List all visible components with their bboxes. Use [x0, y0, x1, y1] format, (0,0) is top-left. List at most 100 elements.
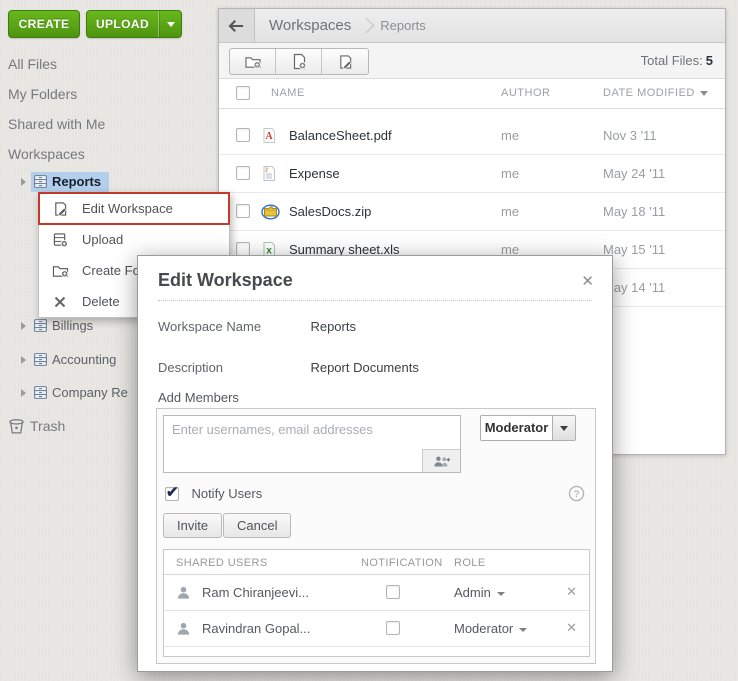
- workspace-icon: [34, 175, 47, 188]
- user-role-dropdown[interactable]: Admin: [454, 585, 505, 600]
- cancel-button[interactable]: Cancel: [223, 513, 292, 538]
- file-author: me: [501, 128, 520, 143]
- breadcrumb-current: Reports: [380, 18, 426, 33]
- workspace-label: Company Re: [52, 385, 128, 400]
- sidebar-item-workspaces[interactable]: Workspaces: [8, 142, 85, 166]
- shared-user-row: Ravindran Gopal... ✔ Moderator ✕: [164, 611, 589, 647]
- workspace-name-label: Workspace Name: [158, 319, 262, 334]
- expand-arrow-icon[interactable]: [21, 356, 26, 364]
- user-role-dropdown[interactable]: Moderator: [454, 621, 528, 636]
- edit-workspace-dialog: Edit Workspace ✕ Workspace Name Reports …: [137, 255, 613, 672]
- menu-item-label: Upload: [82, 232, 124, 247]
- workspace-label: Reports: [52, 174, 102, 189]
- expand-arrow-icon[interactable]: [21, 178, 26, 186]
- menu-item-label: Delete: [82, 294, 120, 309]
- edit-icon: [339, 54, 352, 69]
- upload-button[interactable]: UPLOAD: [86, 10, 182, 38]
- sidebar-item-all-files[interactable]: All Files: [8, 52, 57, 76]
- expand-arrow-icon[interactable]: [21, 322, 26, 330]
- create-button[interactable]: CREATE: [8, 10, 80, 38]
- table-row[interactable]: ✔ 2 Expense me May 24 '11: [219, 155, 725, 193]
- description-field: Description Report Documents: [158, 359, 419, 377]
- description-value: Report Documents: [310, 360, 419, 375]
- workspace-icon: [34, 386, 47, 399]
- row-checkbox[interactable]: ✔: [236, 242, 250, 256]
- file-name[interactable]: Expense: [289, 166, 340, 181]
- column-header-role: ROLE: [454, 557, 486, 569]
- row-checkbox[interactable]: ✔: [236, 204, 250, 218]
- svg-text:?: ?: [574, 489, 579, 500]
- menu-item-upload[interactable]: Upload: [39, 224, 229, 255]
- user-icon: [177, 622, 190, 635]
- file-date: May 24 '11: [603, 166, 666, 181]
- sort-descending-icon: [699, 90, 708, 96]
- breadcrumb-separator-icon: [358, 17, 375, 34]
- workspace-name-value: Reports: [310, 319, 356, 334]
- divider: [158, 300, 592, 301]
- notify-users-label: Notify Users: [191, 486, 263, 502]
- back-button[interactable]: [219, 9, 255, 42]
- file-table-header: ✔ NAME AUTHOR DATE MODIFIED: [219, 79, 725, 109]
- total-files-count: 5: [705, 53, 713, 68]
- add-members-section: Moderator ✔ Notify Users ? Invite Cancel…: [156, 408, 596, 664]
- upload-dropdown-toggle[interactable]: [159, 11, 181, 37]
- notify-users-checkbox[interactable]: ✔: [165, 484, 179, 501]
- invite-button[interactable]: Invite: [163, 513, 223, 538]
- table-row[interactable]: ✔ A BalanceSheet.pdf me Nov 3 '11: [219, 117, 725, 155]
- column-header-name[interactable]: NAME: [271, 87, 305, 99]
- workspace-icon: [34, 353, 47, 366]
- dropdown-button[interactable]: [552, 416, 575, 440]
- table-row[interactable]: ✔ SalesDocs.zip me May 18 '11: [219, 193, 725, 231]
- pick-users-button[interactable]: [422, 449, 460, 472]
- notification-checkbox[interactable]: ✔: [386, 621, 400, 635]
- row-checkbox[interactable]: ✔: [236, 128, 250, 142]
- svg-text:A: A: [265, 131, 273, 142]
- file-name[interactable]: SalesDocs.zip: [289, 204, 371, 219]
- file-author: me: [501, 204, 520, 219]
- workspace-item-reports[interactable]: Reports: [0, 170, 218, 194]
- shared-user-name: Ram Chiranjeevi...: [202, 585, 309, 600]
- file-name[interactable]: BalanceSheet.pdf: [289, 128, 392, 143]
- zip-file-icon: [261, 204, 280, 220]
- file-date: May 18 '11: [603, 204, 666, 219]
- help-icon[interactable]: ?: [568, 485, 585, 502]
- menu-item-edit-workspace[interactable]: Edit Workspace: [38, 192, 230, 225]
- sidebar-item-trash[interactable]: Trash: [8, 414, 65, 438]
- select-all-checkbox[interactable]: ✔: [236, 86, 250, 100]
- role-dropdown[interactable]: Moderator: [480, 415, 576, 441]
- shared-users-header: SHARED USERS NOTIFICATION ROLE: [164, 550, 589, 575]
- trash-label: Trash: [30, 418, 66, 434]
- breadcrumb: Workspaces Reports: [219, 9, 725, 43]
- svg-text:2: 2: [265, 168, 268, 174]
- remove-user-icon[interactable]: ✕: [566, 584, 577, 600]
- file-date: Nov 3 '11: [603, 128, 657, 143]
- chevron-down-icon: [166, 21, 175, 27]
- chevron-down-icon: [496, 591, 505, 596]
- invite-input[interactable]: [170, 421, 450, 438]
- workspace-label: Accounting: [52, 352, 117, 367]
- breadcrumb-workspaces[interactable]: Workspaces: [269, 17, 351, 34]
- invite-input-area[interactable]: [163, 415, 461, 473]
- column-header-notification: NOTIFICATION: [361, 557, 443, 569]
- edit-workspace-icon: [51, 201, 69, 217]
- new-file-button[interactable]: [276, 49, 322, 74]
- sidebar-item-shared-with-me[interactable]: Shared with Me: [8, 112, 105, 136]
- file-toolbar: Total Files: 5: [219, 43, 725, 79]
- column-header-shared-users: SHARED USERS: [176, 557, 268, 569]
- total-files-label: Total Files:: [640, 53, 703, 68]
- upload-button-label[interactable]: UPLOAD: [87, 11, 159, 37]
- sidebar-item-my-folders[interactable]: My Folders: [8, 82, 77, 106]
- new-folder-button[interactable]: [230, 49, 276, 74]
- expand-arrow-icon[interactable]: [21, 389, 26, 397]
- chevron-down-icon: [560, 425, 568, 431]
- column-header-author[interactable]: AUTHOR: [501, 87, 550, 99]
- edit-button[interactable]: [322, 49, 368, 74]
- close-icon[interactable]: ✕: [581, 272, 594, 290]
- delete-icon: [51, 296, 69, 308]
- trash-icon: [9, 419, 24, 434]
- remove-user-icon[interactable]: ✕: [566, 620, 577, 636]
- file-author: me: [501, 166, 520, 181]
- row-checkbox[interactable]: ✔: [236, 166, 250, 180]
- notification-checkbox[interactable]: ✔: [386, 585, 400, 599]
- column-header-date[interactable]: DATE MODIFIED: [603, 87, 708, 99]
